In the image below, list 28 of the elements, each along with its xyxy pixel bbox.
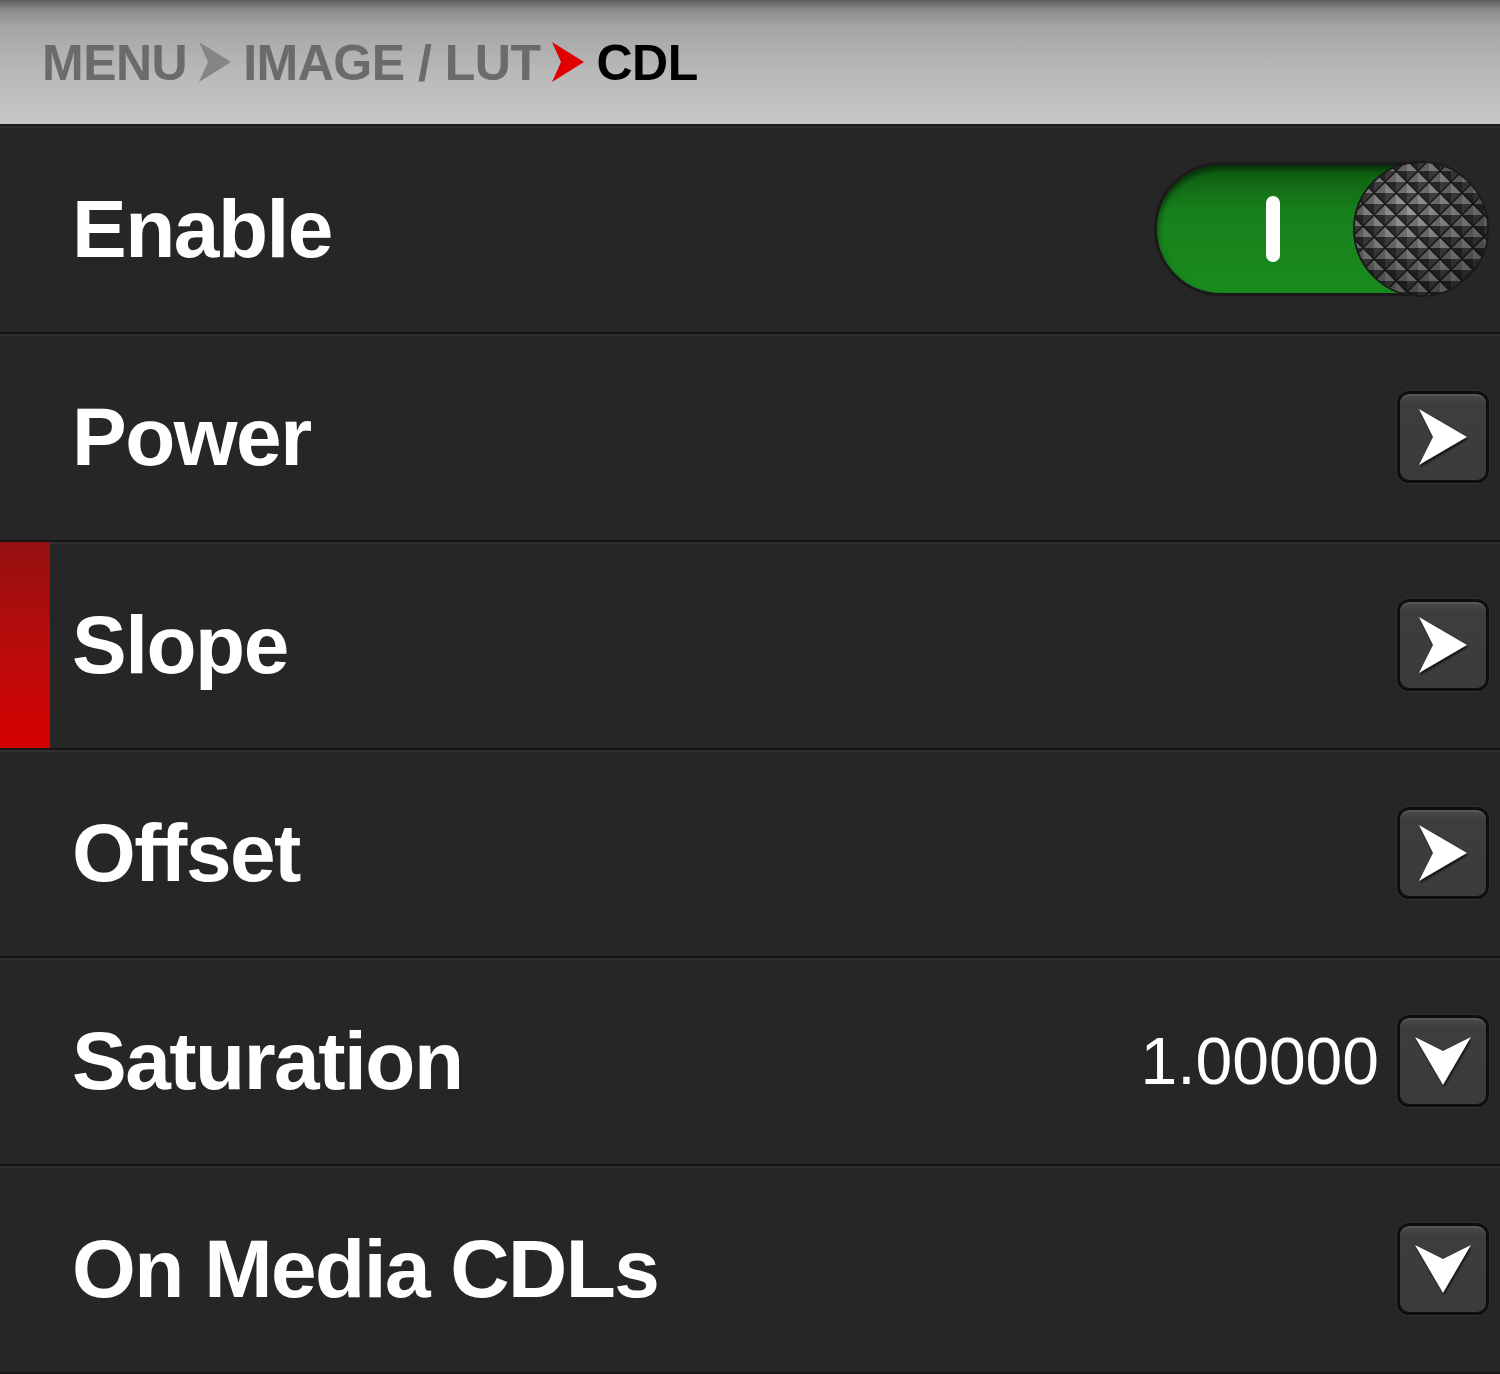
menu-row[interactable]: Power <box>0 334 1500 542</box>
toggle-switch[interactable] <box>1154 160 1490 298</box>
right-arrow-icon <box>1419 825 1467 881</box>
menu-row[interactable]: Saturation 1.00000 <box>0 958 1500 1166</box>
submenu-button[interactable] <box>1397 807 1489 899</box>
on-mark-icon <box>1266 196 1280 262</box>
down-arrow-icon <box>1415 1245 1471 1293</box>
down-arrow-icon <box>1415 1037 1471 1085</box>
chevron-icon <box>552 42 585 82</box>
row-label: Enable <box>72 183 333 275</box>
row-value: 1.00000 <box>1140 1024 1379 1098</box>
breadcrumb-item: CDL <box>596 36 698 88</box>
row-label: On Media CDLs <box>72 1223 660 1315</box>
dropdown-button[interactable] <box>1397 1223 1489 1315</box>
menu-row[interactable]: On Media CDLs <box>0 1166 1500 1374</box>
menu-row[interactable]: Offset <box>0 750 1500 958</box>
right-arrow-icon <box>1419 409 1467 465</box>
row-label: Saturation <box>72 1015 464 1107</box>
row-label: Slope <box>72 599 289 691</box>
menu-row[interactable]: Enable <box>0 126 1500 334</box>
chevron-icon <box>199 42 232 82</box>
row-label: Power <box>72 391 312 483</box>
submenu-button[interactable] <box>1397 391 1489 483</box>
dropdown-button[interactable] <box>1397 1015 1489 1107</box>
right-arrow-icon <box>1419 617 1467 673</box>
menu-row[interactable]: Slope <box>0 542 1500 750</box>
row-label: Offset <box>72 807 302 899</box>
submenu-button[interactable] <box>1397 599 1489 691</box>
